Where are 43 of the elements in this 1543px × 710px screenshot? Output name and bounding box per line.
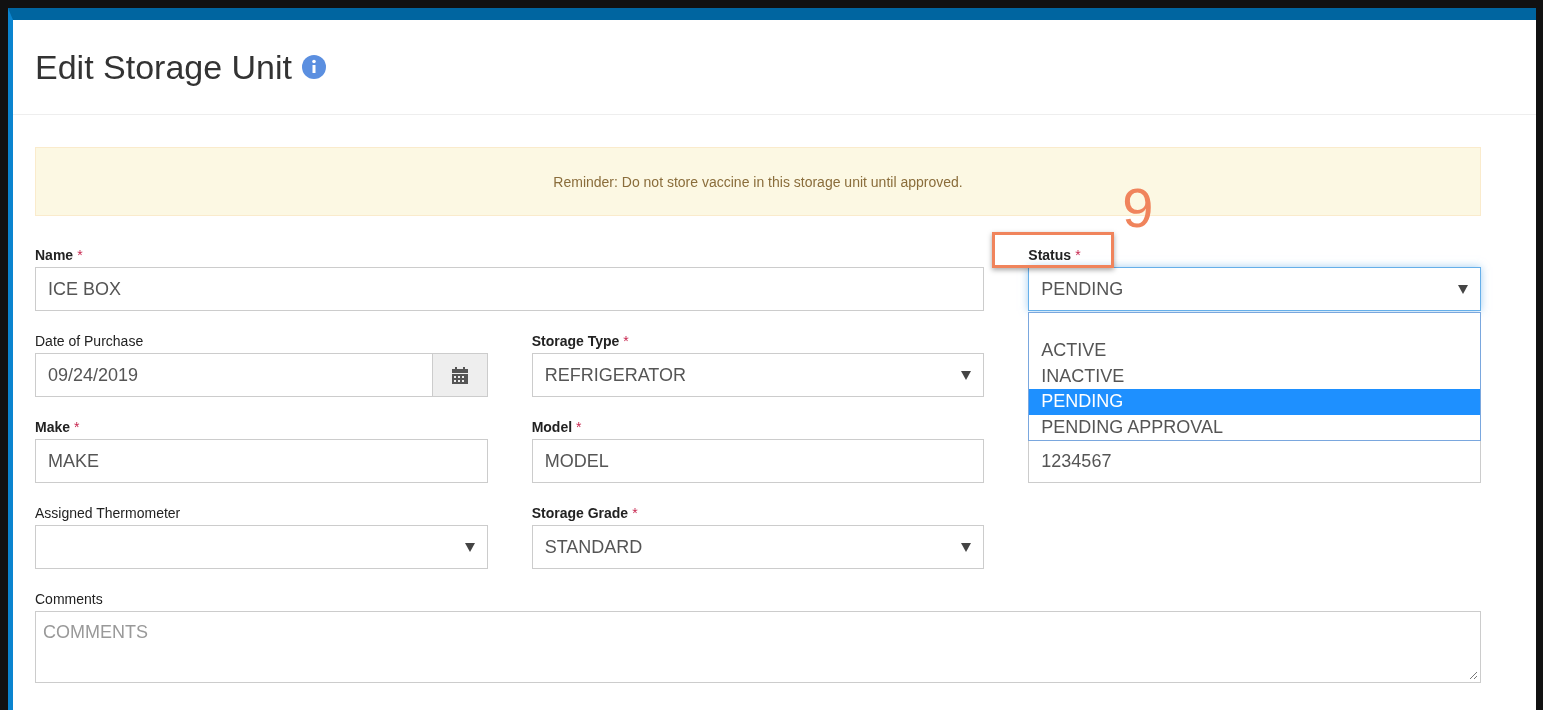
required-mark: *	[632, 505, 638, 521]
field-label: Status	[1028, 247, 1072, 263]
info-icon[interactable]	[302, 55, 327, 79]
field-label: Make	[35, 419, 71, 435]
resize-grip-icon	[1469, 671, 1478, 680]
required-mark: *	[77, 247, 83, 263]
field-value: 1234567	[1041, 450, 1112, 472]
caret-icon	[1458, 284, 1468, 294]
calendar-button[interactable]	[431, 353, 488, 397]
field-label: Date of Purchase	[35, 333, 144, 349]
field-value: ICE BOX	[48, 278, 122, 300]
page-title: Edit Storage Unit	[35, 47, 293, 87]
field-label: Storage Grade	[531, 505, 629, 521]
annotation-number: 9	[1122, 180, 1154, 236]
required-mark: *	[1075, 247, 1081, 263]
select-field[interactable]: PENDING	[1028, 267, 1481, 311]
field-value: 09/24/2019	[48, 364, 139, 386]
field-label: Assigned Thermometer	[35, 505, 181, 521]
field-label: Name	[35, 247, 74, 263]
field-label: Model	[531, 419, 573, 435]
input-field[interactable]: MODEL	[531, 439, 985, 483]
field-label: Comments	[35, 591, 103, 607]
required-mark: *	[74, 419, 80, 435]
date-field[interactable]: 09/24/2019	[35, 353, 432, 397]
field-value: STANDARD	[544, 536, 643, 558]
required-mark: *	[623, 333, 629, 349]
input-field[interactable]: 1234567	[1028, 439, 1481, 483]
select-field[interactable]: STANDARD	[531, 525, 985, 569]
caret-icon	[961, 370, 972, 380]
field-value: REFRIGERATOR	[544, 364, 686, 386]
field-placeholder: COMMENTS	[43, 622, 148, 642]
caret-icon	[961, 542, 972, 552]
input-field[interactable]: MAKE	[35, 439, 488, 483]
calendar-icon	[451, 366, 468, 384]
field-label: Storage Type	[531, 333, 620, 349]
caret-icon	[464, 542, 475, 552]
input-field[interactable]: ICE BOX	[35, 267, 985, 311]
select-field[interactable]	[35, 525, 488, 569]
field-value: PENDING	[1041, 278, 1124, 300]
select-field[interactable]: REFRIGERATOR	[531, 353, 985, 397]
required-mark: *	[576, 419, 582, 435]
field-value: MAKE	[48, 450, 99, 472]
field-value: MODEL	[544, 450, 609, 472]
